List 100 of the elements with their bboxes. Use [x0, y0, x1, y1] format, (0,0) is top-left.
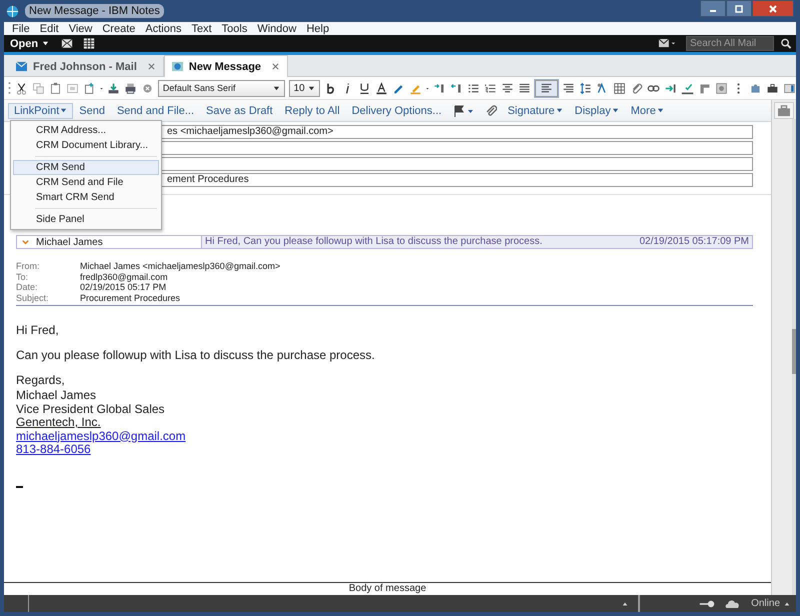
caret-icon — [60, 107, 68, 114]
close-icon[interactable] — [148, 63, 155, 70]
field-label: Body of message — [348, 583, 426, 594]
mail-icon[interactable] — [61, 38, 74, 49]
caret-up-icon[interactable] — [622, 600, 628, 606]
close-button[interactable] — [752, 0, 794, 17]
header-value: fredlp360@gmail.com — [80, 272, 169, 282]
tab-label: Fred Johnson - Mail — [33, 60, 137, 72]
online-status[interactable]: Online — [751, 598, 780, 609]
menu-item[interactable]: Side Panel — [13, 212, 159, 227]
header-label: Subject: — [16, 292, 50, 303]
outdent-icon[interactable] — [450, 82, 463, 94]
image-icon[interactable] — [715, 82, 728, 94]
scrollbar-thumb[interactable] — [792, 329, 796, 374]
text-cursor — [16, 486, 23, 488]
spell-check-icon[interactable] — [681, 82, 694, 94]
download-icon[interactable] — [106, 82, 120, 94]
action-button[interactable]: Send — [73, 102, 111, 118]
menu-item[interactable]: Tools — [216, 22, 252, 34]
minimize-button[interactable] — [700, 0, 726, 17]
caret-icon — [308, 84, 315, 92]
key-icon[interactable] — [699, 598, 716, 608]
action-button[interactable]: Send and File... — [110, 102, 200, 118]
menu-item[interactable]: CRM Document Library... — [13, 138, 159, 153]
tab[interactable]: New Message — [164, 55, 288, 77]
line-spacing-icon[interactable] — [579, 82, 592, 94]
menu-item[interactable]: File — [7, 22, 35, 34]
menu-item[interactable]: CRM Send and File — [13, 175, 159, 190]
menu-button[interactable]: Signature — [502, 102, 569, 118]
new-document-icon[interactable] — [82, 82, 96, 94]
header-value: 02/19/2015 05:17 PM — [80, 282, 168, 292]
header-value: Procurement Procedures — [80, 292, 182, 303]
signature-line: Michael James — [16, 389, 96, 402]
align-justify-icon[interactable] — [518, 82, 531, 94]
menu-item[interactable]: Create — [97, 22, 140, 34]
menu-item[interactable]: View — [64, 22, 98, 34]
menu-item[interactable]: Window — [252, 22, 302, 34]
app-icon — [6, 4, 19, 18]
border-icon[interactable] — [698, 82, 711, 94]
chevron-icon[interactable] — [21, 238, 30, 246]
menu-item[interactable]: Edit — [34, 22, 64, 34]
briefcase-icon[interactable] — [766, 82, 779, 94]
align-left-icon[interactable] — [535, 80, 558, 96]
paste-icon[interactable] — [48, 82, 62, 94]
underline-icon[interactable] — [358, 82, 371, 94]
caret-icon — [42, 40, 50, 47]
align-center-icon[interactable] — [501, 82, 514, 94]
action-button[interactable]: Reply to All — [278, 102, 346, 118]
signature-link[interactable]: michaeljameslp360@gmail.com — [16, 430, 186, 443]
menu-item[interactable]: Smart CRM Send — [13, 190, 159, 205]
signature-line: Vice President Global Sales — [16, 402, 165, 416]
flag-icon[interactable] — [452, 104, 475, 116]
table-icon[interactable] — [613, 82, 626, 94]
search-field[interactable]: Search All Mail — [686, 36, 774, 51]
menu-item[interactable]: Actions — [140, 22, 186, 34]
header-label: From: — [16, 261, 40, 272]
menu-item[interactable]: CRM Send — [13, 160, 159, 175]
open-button[interactable]: Open — [8, 38, 52, 50]
signature-line: Genentech, Inc. — [16, 416, 101, 430]
menu-item[interactable]: Help — [301, 22, 334, 34]
numbered-list-icon[interactable] — [484, 82, 497, 94]
font-dropdown[interactable]: Default Sans Serif — [158, 80, 285, 96]
search-icon[interactable] — [780, 38, 792, 49]
text-color-icon[interactable] — [375, 82, 388, 94]
side-panel-icon[interactable] — [783, 82, 796, 94]
cut-icon[interactable] — [14, 82, 28, 94]
minimize-icon — [710, 10, 716, 12]
caret-up-icon[interactable] — [784, 600, 790, 606]
cloud-icon[interactable] — [725, 598, 742, 608]
align-right-icon[interactable] — [562, 82, 575, 94]
message-snippet: Hi Fred, Can you please followup with Lisa to discuss the purchase process. — [202, 236, 640, 248]
maximize-icon — [734, 4, 744, 14]
close-icon — [768, 4, 778, 14]
paperclip-icon[interactable] — [630, 82, 643, 94]
action-button[interactable]: Save as Draft — [200, 102, 279, 118]
menu-button[interactable]: LinkPoint — [8, 102, 74, 118]
action-button[interactable]: Delivery Options... — [346, 102, 448, 118]
close-icon[interactable] — [272, 63, 280, 70]
menu-item[interactable]: CRM Address... — [13, 123, 159, 138]
insert-icon[interactable] — [664, 82, 677, 94]
caret-icon — [556, 107, 563, 114]
menu-item[interactable]: Text — [186, 22, 217, 34]
briefcase-button[interactable] — [774, 102, 794, 119]
mail-icon[interactable] — [658, 38, 676, 49]
signature-link[interactable]: 813-884-6056 — [16, 443, 91, 456]
bullet-list-icon[interactable] — [467, 82, 480, 94]
window-title: New Message - IBM Notes — [25, 4, 164, 18]
maximize-button[interactable] — [726, 0, 752, 17]
menu-button[interactable]: More — [624, 102, 670, 118]
indent-icon[interactable] — [433, 82, 446, 94]
grip-icon — [8, 81, 11, 95]
tab[interactable]: Fred Johnson - Mail — [9, 57, 164, 76]
print-icon[interactable] — [124, 82, 137, 94]
menu-button[interactable]: Display — [568, 102, 625, 118]
paperclip-icon[interactable] — [484, 104, 497, 116]
font-size-dropdown[interactable]: 10 — [288, 80, 320, 96]
caret-icon — [612, 107, 619, 114]
body-text: Can you please followup with Lisa to discuss the purchase process. — [16, 348, 376, 362]
calendar-icon[interactable] — [83, 38, 96, 49]
header-label: Date: — [16, 282, 39, 292]
